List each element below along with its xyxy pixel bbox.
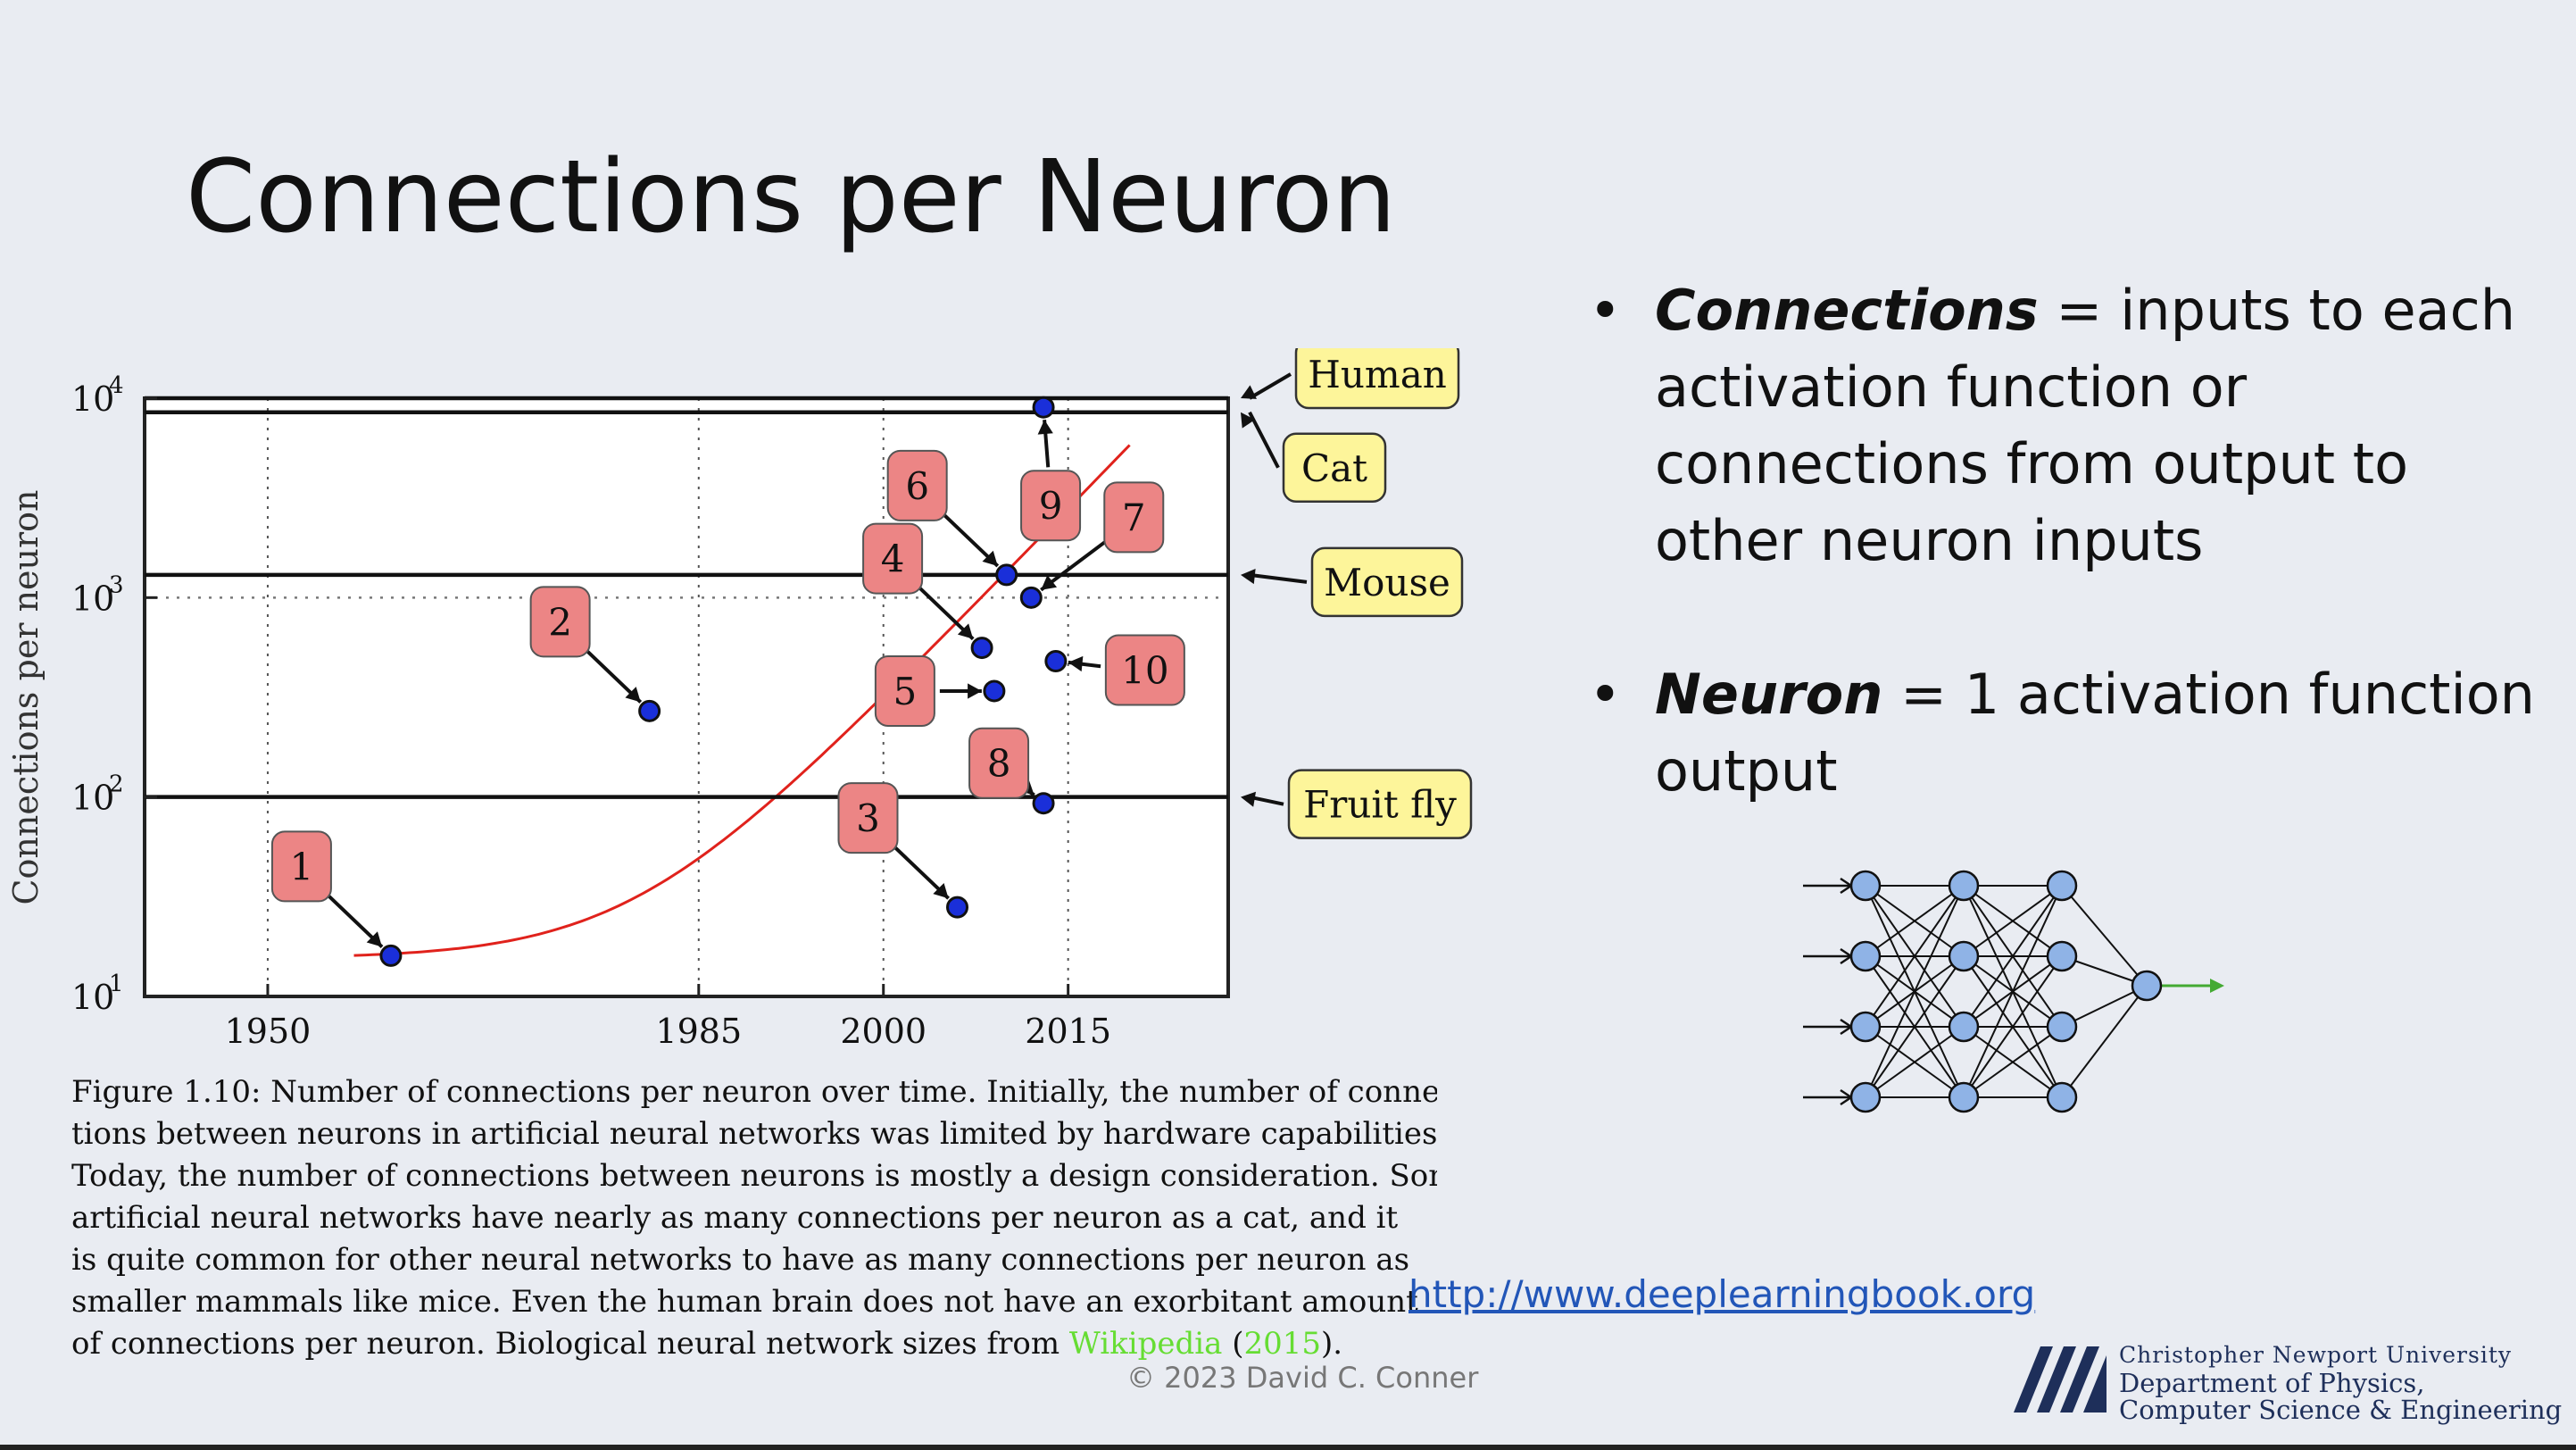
network-node [2046,870,2078,902]
data-point [379,944,403,967]
caption-line: Today, the number of connections between… [71,1158,1437,1194]
point-label: 6 [905,464,929,508]
data-point [638,699,661,722]
network-node [1849,940,1882,972]
reference-arrow [1248,372,1292,400]
point-label: 9 [1039,484,1063,528]
logo-university-name: Christopher Newport University [2119,1342,2512,1368]
university-logo-icon [2014,1346,2107,1412]
caption-cite-link[interactable]: Wikipedia [1069,1326,1223,1362]
reference-label: Human [1308,353,1447,396]
network-node [2046,940,2078,972]
reference-label: Mouse [1324,561,1450,604]
point-label: 7 [1122,496,1146,539]
x-tick-label: 1985 [655,1012,742,1051]
point-label: 10 [1121,649,1168,693]
network-node [2046,1011,2078,1043]
reference-arrow [1249,572,1308,584]
logo-department-line2: Computer Science & Engineering [2119,1395,2563,1425]
data-point [946,896,968,919]
point-label: 1 [290,845,314,888]
caption-text: of connections per neuron. Biological ne… [71,1326,1069,1362]
reference-arrow-head [1241,791,1257,807]
caption-cite-year[interactable]: 2015 [1243,1326,1321,1362]
university-logo-text: Christopher Newport University Departmen… [2119,1341,2562,1423]
y-tick-exponent: 2 [109,771,124,798]
bottom-rule [0,1445,2576,1450]
x-tick-label: 2000 [840,1012,927,1051]
slide: Connections per Neuron Human Cat Mouse Frui… [0,0,2576,1450]
point-label: 8 [987,742,1011,786]
network-node [2046,1081,2078,1113]
point-label: 4 [881,538,905,581]
bullet-dot: • [1589,662,1622,727]
x-tick-label: 1950 [225,1012,312,1051]
caption-line: Figure 1.10: Number of connections per n… [71,1074,1437,1110]
data-point [970,637,993,660]
network-node [1849,1011,1882,1043]
network-node [1948,1011,1980,1043]
x-tick-label: 2015 [1025,1012,1111,1051]
y-axis-label: Connections per neuron [6,489,46,904]
reference-arrow [1248,411,1280,469]
bullet-term: Neuron [1655,662,1883,727]
copyright-text: © 2023 David C. Conner [1126,1361,1479,1395]
data-point [995,563,1018,587]
data-point [1019,586,1043,609]
data-point [983,679,1006,703]
slide-title: Connections per Neuron [186,139,1397,255]
point-label: 2 [548,600,572,644]
caption-text: ). [1321,1326,1343,1362]
network-node [1849,1081,1882,1113]
reference-label: Fruit fly [1303,783,1457,827]
bullet-neuron: • Neuron = 1 activation function output [1589,656,2562,810]
network-node [1948,870,1980,902]
bullet-dot: • [1589,278,1622,343]
caption-text: ( [1222,1326,1244,1362]
caption-line: smaller mammals like mice. Even the huma… [71,1284,1418,1320]
network-edge [2061,985,2148,1098]
y-tick-exponent: 4 [109,372,124,399]
bullet-term: Connections [1655,278,2039,343]
y-tick-exponent: 3 [109,571,124,598]
reference-arrow-head [1241,385,1257,399]
source-link[interactable]: http://www.deeplearningbook.org [1408,1272,2035,1316]
reference-label: Cat [1301,446,1367,490]
network-node [2131,970,2163,1002]
data-point [1032,792,1055,815]
caption-line: tions between neurons in artificial neur… [71,1116,1437,1152]
bullet-connections: • Connections = inputs to each activatio… [1589,272,2562,579]
data-point [1032,396,1055,419]
point-label: 5 [893,670,918,713]
connections-chart: HumanCatMouseFruit fly 1950 1985 2000 20151… [6,348,1473,1051]
logo-department-line1: Department of Physics, [2119,1368,2425,1398]
point-label: 3 [856,796,880,840]
reference-arrow-head [1241,569,1256,585]
network-node [1948,940,1980,972]
network-node [1948,1081,1980,1113]
figure-caption: Figure 1.10: Number of connections per n… [71,1071,1437,1365]
y-tick-exponent: 1 [109,971,124,997]
caption-line-last: of connections per neuron. Biological ne… [71,1323,1437,1365]
data-point [1044,650,1068,673]
neural-network-diagram [1803,870,2224,1113]
network-node [1849,870,1882,902]
bullet-list: • Connections = inputs to each activatio… [1589,272,2562,887]
caption-line: is quite common for other neural network… [71,1242,1410,1278]
caption-line: artificial neural networks have nearly a… [71,1200,1399,1236]
output-arrow-head [2210,979,2224,993]
